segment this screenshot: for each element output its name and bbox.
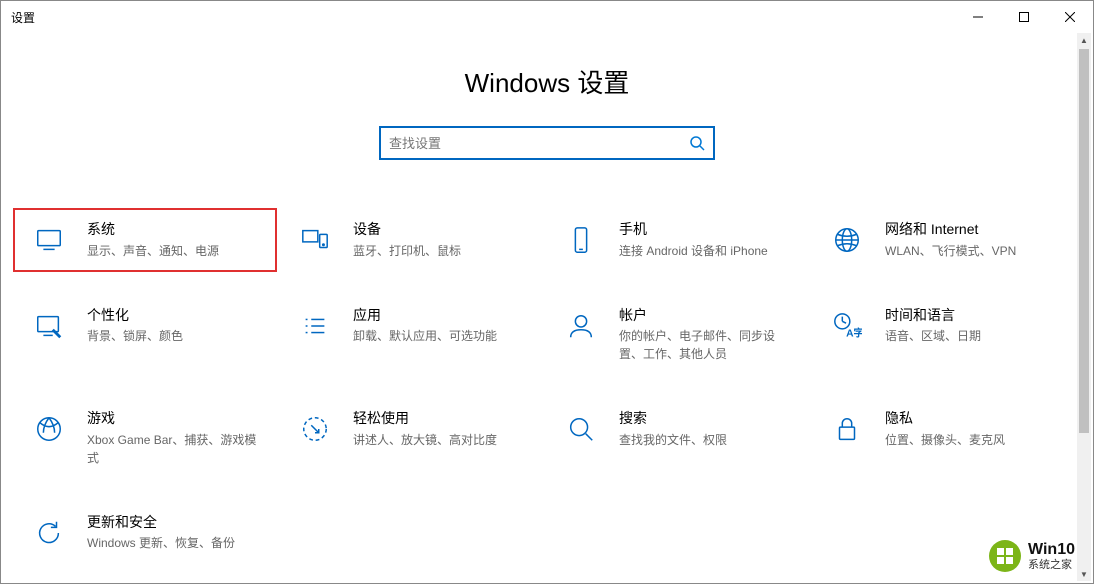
tile-devices[interactable]: 设备 蓝牙、打印机、鼠标 <box>281 210 541 270</box>
phone-icon <box>563 222 599 258</box>
tile-desc: 背景、锁屏、颜色 <box>87 327 265 345</box>
tile-phone[interactable]: 手机 连接 Android 设备和 iPhone <box>547 210 807 270</box>
personalization-icon <box>31 308 67 344</box>
svg-text:A字: A字 <box>846 326 862 339</box>
tile-title: 系统 <box>87 220 265 240</box>
tile-desc: 连接 Android 设备和 iPhone <box>619 242 797 260</box>
tile-title: 应用 <box>353 306 531 326</box>
time-language-icon: A字 <box>829 308 865 344</box>
tile-desc: 蓝牙、打印机、鼠标 <box>353 242 531 260</box>
watermark: Win10 系统之家 <box>988 539 1075 573</box>
tile-accounts[interactable]: 帐户 你的帐户、电子邮件、同步设置、工作、其他人员 <box>547 296 807 374</box>
tile-title: 手机 <box>619 220 797 240</box>
tile-desc: 显示、声音、通知、电源 <box>87 242 265 260</box>
watermark-line2: 系统之家 <box>1028 559 1075 571</box>
page-title: Windows 设置 <box>1 63 1093 100</box>
tile-desc: 卸载、默认应用、可选功能 <box>353 327 531 345</box>
tile-time-language[interactable]: A字 时间和语言 语音、区域、日期 <box>813 296 1073 374</box>
tile-network[interactable]: 网络和 Internet WLAN、飞行模式、VPN <box>813 210 1073 270</box>
close-button[interactable] <box>1047 1 1093 33</box>
tile-desc: WLAN、飞行模式、VPN <box>885 242 1063 260</box>
watermark-line1: Win10 <box>1028 541 1075 559</box>
tile-title: 个性化 <box>87 306 265 326</box>
settings-grid: 系统 显示、声音、通知、电源 设备 蓝牙、打印机、鼠标 手机 连接 Androi… <box>1 210 1093 562</box>
person-icon <box>563 308 599 344</box>
window-title: 设置 <box>11 9 35 26</box>
scrollbar[interactable]: ▲ ▼ <box>1077 33 1091 581</box>
tile-update-security[interactable]: 更新和安全 Windows 更新、恢复、备份 <box>15 503 275 563</box>
scroll-up-icon[interactable]: ▲ <box>1077 33 1091 47</box>
tile-title: 搜索 <box>619 409 797 429</box>
search-wrap <box>1 126 1093 160</box>
gaming-icon <box>31 411 67 447</box>
magnifier-icon <box>563 411 599 447</box>
search-icon <box>689 135 705 151</box>
tile-desc: 位置、摄像头、麦克风 <box>885 431 1063 449</box>
tile-title: 游戏 <box>87 409 265 429</box>
tile-desc: 查找我的文件、权限 <box>619 431 797 449</box>
tile-ease-of-access[interactable]: 轻松使用 讲述人、放大镜、高对比度 <box>281 399 541 477</box>
scroll-down-icon[interactable]: ▼ <box>1077 567 1091 581</box>
tile-desc: Xbox Game Bar、捕获、游戏模式 <box>87 431 265 467</box>
titlebar: 设置 <box>1 1 1093 33</box>
search-box[interactable] <box>379 126 715 160</box>
tile-search[interactable]: 搜索 查找我的文件、权限 <box>547 399 807 477</box>
tile-title: 帐户 <box>619 306 797 326</box>
update-icon <box>31 515 67 551</box>
tile-desc: 讲述人、放大镜、高对比度 <box>353 431 531 449</box>
maximize-button[interactable] <box>1001 1 1047 33</box>
tile-desc: 你的帐户、电子邮件、同步设置、工作、其他人员 <box>619 327 797 363</box>
tile-gaming[interactable]: 游戏 Xbox Game Bar、捕获、游戏模式 <box>15 399 275 477</box>
ease-of-access-icon <box>297 411 333 447</box>
tile-title: 设备 <box>353 220 531 240</box>
tile-apps[interactable]: 应用 卸载、默认应用、可选功能 <box>281 296 541 374</box>
devices-icon <box>297 222 333 258</box>
tile-title: 网络和 Internet <box>885 220 1063 240</box>
tile-title: 更新和安全 <box>87 513 265 533</box>
tile-desc: Windows 更新、恢复、备份 <box>87 534 265 552</box>
lock-icon <box>829 411 865 447</box>
tile-system[interactable]: 系统 显示、声音、通知、电源 <box>15 210 275 270</box>
tile-personalization[interactable]: 个性化 背景、锁屏、颜色 <box>15 296 275 374</box>
globe-icon <box>829 222 865 258</box>
display-icon <box>31 222 67 258</box>
tile-title: 轻松使用 <box>353 409 531 429</box>
scrollbar-thumb[interactable] <box>1079 49 1089 433</box>
tile-privacy[interactable]: 隐私 位置、摄像头、麦克风 <box>813 399 1073 477</box>
apps-icon <box>297 308 333 344</box>
tile-title: 时间和语言 <box>885 306 1063 326</box>
window-controls <box>955 1 1093 33</box>
tile-title: 隐私 <box>885 409 1063 429</box>
tile-desc: 语音、区域、日期 <box>885 327 1063 345</box>
search-input[interactable] <box>389 136 689 151</box>
minimize-button[interactable] <box>955 1 1001 33</box>
watermark-logo-icon <box>988 539 1022 573</box>
